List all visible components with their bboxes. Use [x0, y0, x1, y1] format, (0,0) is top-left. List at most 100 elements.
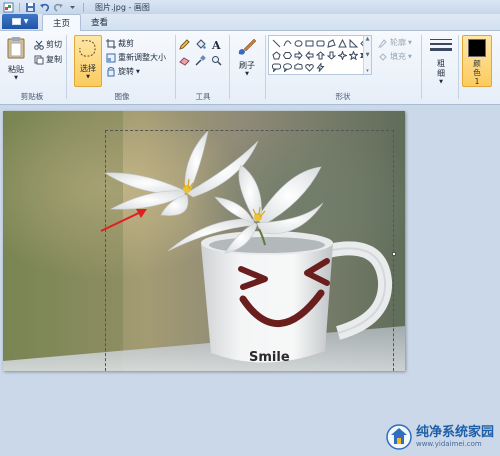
- select-button[interactable]: 选择 ▼: [74, 35, 102, 87]
- down-arrow-shape-icon[interactable]: [326, 50, 336, 61]
- crop-button[interactable]: 裁剪: [106, 38, 134, 49]
- file-menu-button[interactable]: ▼: [2, 14, 38, 29]
- chevron-down-icon: ▼: [245, 71, 249, 77]
- chevron-down-icon: ▼: [408, 39, 412, 46]
- rotate-icon: [106, 66, 116, 77]
- site-watermark: 纯净系统家园 www.yidaimei.com: [386, 424, 494, 450]
- scissors-icon: [34, 40, 44, 50]
- clipboard-icon: [7, 37, 25, 59]
- curve-shape-icon[interactable]: [282, 38, 292, 49]
- lightning-shape-icon[interactable]: [315, 62, 325, 73]
- color-picker-icon[interactable]: [194, 54, 207, 67]
- copy-icon: [34, 55, 44, 65]
- tab-view[interactable]: 查看: [81, 14, 118, 30]
- cloud-callout-shape-icon[interactable]: [293, 62, 303, 73]
- ribbon-tab-row: ▼ 主页 查看: [0, 14, 500, 31]
- brushes-button[interactable]: 刷子 ▼: [233, 37, 261, 77]
- separator: [421, 35, 422, 99]
- text-icon[interactable]: A: [210, 38, 223, 51]
- chevron-down-icon: ▼: [14, 75, 18, 81]
- brushes-label: 刷子: [239, 61, 255, 70]
- separator: [83, 2, 84, 12]
- polygon-shape-icon[interactable]: [326, 38, 336, 49]
- color1-label: 颜色 1: [473, 59, 481, 86]
- fill-button: 填充 ▼: [378, 51, 412, 62]
- copy-button[interactable]: 复制: [34, 54, 62, 65]
- right-triangle-shape-icon[interactable]: [348, 38, 358, 49]
- brush-icon: [238, 38, 257, 55]
- photo-of-flowers-in-cup: Smile: [3, 111, 405, 371]
- rounded-callout-shape-icon[interactable]: [271, 62, 281, 73]
- shapes-group-label: 形状: [335, 92, 351, 101]
- shapes-grid: [271, 38, 369, 73]
- separator: [19, 2, 20, 12]
- tab-home[interactable]: 主页: [42, 14, 82, 31]
- app-icon: [3, 2, 14, 13]
- image-group: 选择 ▼ 裁剪 重新调整大小 旋转 ▼ 图像: [70, 34, 174, 104]
- pencil-icon[interactable]: [178, 38, 191, 51]
- resize-icon: [106, 53, 116, 63]
- tools-group-label: 工具: [195, 92, 211, 101]
- select-label: 选择: [80, 64, 96, 73]
- separator: [175, 35, 176, 99]
- shapes-scrollbar[interactable]: ▲ ▼ ▾: [363, 36, 371, 74]
- scroll-down-icon[interactable]: ▼: [366, 52, 370, 58]
- shapes-gallery[interactable]: ▲ ▼ ▾: [268, 35, 372, 75]
- rectangle-shape-icon[interactable]: [304, 38, 314, 49]
- chevron-down-icon: ▼: [408, 53, 412, 60]
- svg-text:A: A: [211, 39, 221, 50]
- chevron-down-icon: ▼: [23, 18, 29, 25]
- fill-bucket-icon[interactable]: [194, 38, 207, 51]
- outline-button: 轮廓 ▼: [378, 37, 412, 48]
- paste-label: 粘贴: [8, 65, 24, 74]
- heart-shape-icon[interactable]: [304, 62, 314, 73]
- tools-grid: A: [178, 38, 223, 67]
- rotate-button[interactable]: 旋转 ▼: [106, 66, 140, 77]
- left-arrow-shape-icon[interactable]: [304, 50, 314, 61]
- scroll-up-icon[interactable]: ▲: [366, 36, 370, 42]
- magnifier-icon[interactable]: [210, 54, 223, 67]
- rounded-rectangle-shape-icon[interactable]: [315, 38, 325, 49]
- chevron-down-icon: ▼: [136, 68, 140, 75]
- separator: [458, 35, 459, 99]
- svg-text:Smile: Smile: [249, 350, 290, 365]
- quick-access-dropdown-icon[interactable]: [67, 2, 78, 13]
- eraser-icon[interactable]: [178, 54, 191, 67]
- rotate-label: 旋转: [118, 67, 134, 76]
- color1-button[interactable]: 颜色 1: [462, 35, 492, 87]
- crop-label: 裁剪: [118, 39, 134, 48]
- canvas-workspace: Smile 纯净系统家园 www.yidaimei.com: [0, 106, 500, 456]
- image-group-label: 图像: [114, 92, 130, 101]
- crop-icon: [106, 38, 116, 49]
- right-arrow-shape-icon[interactable]: [293, 50, 303, 61]
- cut-button[interactable]: 剪切: [34, 39, 62, 50]
- selection-icon: [79, 40, 96, 57]
- undo-icon[interactable]: [39, 2, 50, 13]
- hexagon-shape-icon[interactable]: [282, 50, 292, 61]
- separator: [66, 35, 67, 99]
- pentagon-shape-icon[interactable]: [271, 50, 281, 61]
- ribbon: 粘贴 ▼ 剪切 复制 剪贴板 选择 ▼ 裁剪 重新调整大小 旋转 ▼ 图像 A …: [0, 31, 500, 105]
- save-icon[interactable]: [25, 2, 36, 13]
- triangle-shape-icon[interactable]: [337, 38, 347, 49]
- separator: [229, 35, 230, 99]
- outline-label: 轮廓: [390, 38, 406, 47]
- image-canvas[interactable]: Smile: [3, 111, 405, 371]
- up-arrow-shape-icon[interactable]: [315, 50, 325, 61]
- copy-label: 复制: [46, 55, 62, 64]
- five-point-star-shape-icon[interactable]: [348, 50, 358, 61]
- paste-button[interactable]: 粘贴 ▼: [4, 36, 28, 81]
- oval-shape-icon[interactable]: [293, 38, 303, 49]
- watermark-url: www.yidaimei.com: [415, 440, 482, 448]
- size-button[interactable]: 粗细 ▼: [425, 37, 457, 85]
- resize-button[interactable]: 重新调整大小: [106, 52, 166, 63]
- oval-callout-shape-icon[interactable]: [282, 62, 292, 73]
- four-point-star-shape-icon[interactable]: [337, 50, 347, 61]
- watermark-text: 纯净系统家园 www.yidaimei.com: [415, 426, 494, 449]
- document-icon: [11, 18, 21, 25]
- redo-icon[interactable]: [53, 2, 64, 13]
- line-width-icon: [430, 39, 452, 51]
- line-shape-icon[interactable]: [271, 38, 281, 49]
- clipboard-group-label: 剪贴板: [20, 92, 44, 101]
- expand-gallery-icon[interactable]: ▾: [366, 68, 369, 74]
